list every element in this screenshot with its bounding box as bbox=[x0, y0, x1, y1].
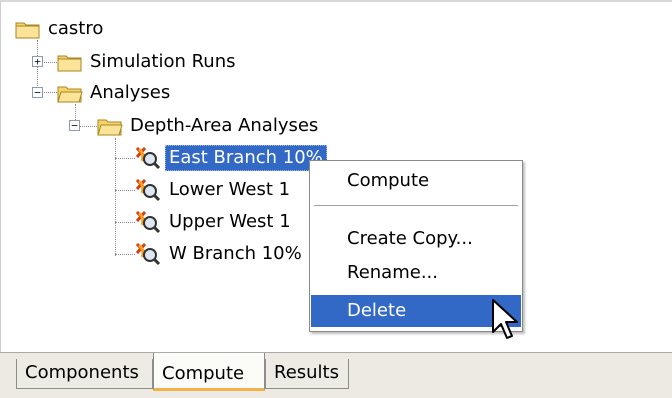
depth-area-analysis-icon bbox=[135, 178, 161, 202]
mouse-pointer-icon bbox=[492, 299, 518, 339]
tree-node-label: Simulation Runs bbox=[90, 51, 236, 72]
tree-node-label: Lower West 1 bbox=[169, 179, 291, 200]
depth-area-analysis-icon bbox=[135, 146, 161, 170]
tree-connector bbox=[115, 222, 135, 223]
tree-node-analysis-item[interactable]: East Branch 10% bbox=[135, 145, 327, 171]
tree-connector bbox=[115, 254, 135, 255]
tree-node-label: castro bbox=[48, 18, 104, 39]
folder-open-icon bbox=[97, 116, 123, 136]
bottom-tab-strip: Components Compute Results bbox=[0, 352, 672, 398]
menu-item-create-copy[interactable]: Create Copy... bbox=[311, 223, 521, 255]
tree-node-label: Depth-Area Analyses bbox=[130, 115, 319, 136]
tree-node-label: Analyses bbox=[90, 82, 171, 103]
tree-node-label: W Branch 10% bbox=[169, 243, 302, 264]
folder-open-icon bbox=[57, 83, 83, 103]
tree-node-depth-area-analyses[interactable]: Depth-Area Analyses bbox=[97, 113, 322, 139]
tree-node-analysis-item[interactable]: Lower West 1 bbox=[135, 177, 294, 203]
depth-area-analysis-icon bbox=[135, 210, 161, 234]
menu-item-delete[interactable]: Delete bbox=[311, 295, 521, 327]
tab-components[interactable]: Components bbox=[16, 359, 153, 389]
collapse-minus-icon[interactable]: − bbox=[69, 120, 80, 131]
menu-separator bbox=[314, 205, 518, 207]
menu-item-rename[interactable]: Rename... bbox=[311, 257, 521, 289]
tab-compute[interactable]: Compute bbox=[153, 353, 265, 391]
tree-node-simulation-runs[interactable]: Simulation Runs bbox=[57, 49, 240, 75]
tab-results[interactable]: Results bbox=[265, 359, 349, 389]
tree-node-label: East Branch 10% bbox=[165, 145, 327, 171]
collapse-minus-icon[interactable]: − bbox=[32, 87, 43, 98]
folder-icon bbox=[15, 19, 41, 39]
tree-node-analysis-item[interactable]: W Branch 10% bbox=[135, 241, 306, 267]
expand-plus-icon[interactable]: + bbox=[32, 56, 43, 67]
tree-connector bbox=[77, 126, 97, 127]
tree-node-analyses[interactable]: Analyses bbox=[57, 80, 174, 106]
tree-node-analysis-item[interactable]: Upper West 1 bbox=[135, 209, 295, 235]
tree-node-label: Upper West 1 bbox=[169, 211, 291, 232]
menu-item-compute[interactable]: Compute bbox=[311, 165, 521, 197]
folder-icon bbox=[57, 52, 83, 72]
depth-area-analysis-icon bbox=[135, 242, 161, 266]
project-tree[interactable]: castro + Simulation Runs − Analyses − De… bbox=[0, 0, 672, 352]
tree-node-root[interactable]: castro bbox=[15, 16, 107, 42]
tree-connector bbox=[115, 138, 116, 256]
tree-connector bbox=[115, 158, 135, 159]
tree-connector bbox=[115, 190, 135, 191]
